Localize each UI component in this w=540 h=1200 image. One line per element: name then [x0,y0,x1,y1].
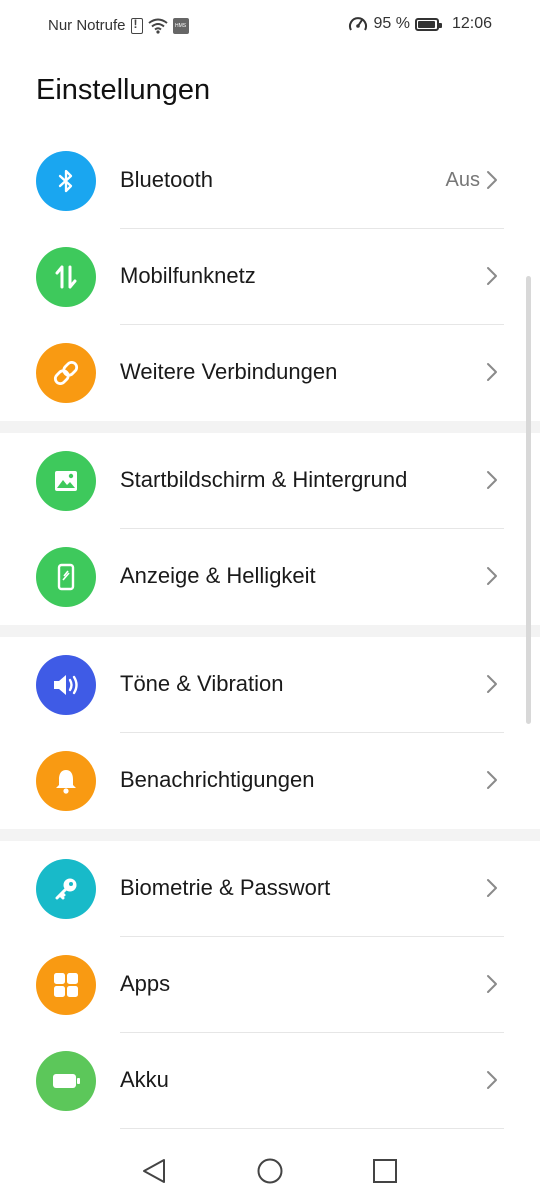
group-separator [0,421,540,433]
bell-icon [36,751,96,811]
settings-item-akku[interactable]: Akku [0,1033,540,1129]
battery-icon [36,1051,96,1111]
display-icon [36,547,96,607]
settings-item-biometrie-and-passwort[interactable]: Biometrie & Passwort [0,841,540,937]
chevron-right-icon [486,770,498,790]
clock: 12:06 [451,15,492,32]
settings-item-label: Mobilfunknetz [120,263,256,288]
settings-item-bluetooth[interactable]: Bluetooth Aus [0,133,540,229]
settings-item-label: Startbildschirm & Hintergrund [120,467,408,492]
settings-item-label: Apps [120,971,171,996]
home-icon[interactable] [255,1156,285,1186]
chevron-right-icon [486,266,498,286]
group-separator [0,625,540,637]
status-bar: Nur Notrufe HMS 95 % 12:06 [0,0,540,52]
hms-icon: HMS [172,17,189,34]
chevron-right-icon [486,878,498,898]
settings-item-label: Akku [120,1067,169,1092]
settings-item-startbildschirm-and-hintergrund[interactable]: Startbildschirm & Hintergrund [0,433,540,529]
settings-item-weitere-verbindungen[interactable]: Weitere Verbindungen [0,325,540,421]
chevron-right-icon [486,674,498,694]
settings-item-apps[interactable]: Apps [0,937,540,1033]
sound-icon [36,655,96,715]
settings-list: Bluetooth Aus Mobilfunknetz Weitere Verbind… [0,133,540,1129]
wallpaper-icon [36,451,96,511]
settings-item-label: Anzeige & Helligkeit [120,563,316,588]
apps-grid-icon [36,955,96,1015]
back-icon[interactable] [140,1156,170,1186]
settings-item-anzeige-and-helligkeit[interactable]: Anzeige & Helligkeit [0,529,540,625]
status-right: 95 % 12:06 [348,15,492,33]
carrier-text: Nur Notrufe [48,17,126,34]
sim-alert-icon [130,17,143,34]
status-left: Nur Notrufe HMS [48,17,189,34]
recents-icon[interactable] [370,1156,400,1186]
divider [120,1128,504,1129]
chevron-right-icon [486,566,498,586]
scrollbar[interactable] [526,276,531,724]
settings-item-label: Töne & Vibration [120,671,284,696]
settings-item-value: Aus [445,169,480,191]
battery-percent: 95 % [373,15,410,32]
chevron-right-icon [486,362,498,382]
settings-item-toene-and-vibration[interactable]: Töne & Vibration [0,637,540,733]
settings-item-label: Biometrie & Passwort [120,875,331,900]
chevron-right-icon [486,470,498,490]
navigation-bar [0,1142,540,1200]
settings-item-benachrichtigungen[interactable]: Benachrichtigungen [0,733,540,829]
battery-icon [414,17,442,31]
chevron-right-icon [486,170,498,190]
settings-item-mobilfunknetz[interactable]: Mobilfunknetz [0,229,540,325]
chevron-right-icon [486,974,498,994]
mobile-data-icon [36,247,96,307]
key-icon [36,859,96,919]
settings-item-label: Benachrichtigungen [120,767,315,792]
chevron-right-icon [486,1070,498,1090]
group-separator [0,829,540,841]
settings-item-label: Bluetooth [120,167,213,192]
settings-item-label: Weitere Verbindungen [120,359,338,384]
page-title: Einstellungen [36,74,211,106]
link-icon [36,343,96,403]
wifi-icon [147,18,168,34]
bluetooth-icon [36,151,96,211]
performance-icon [349,17,368,31]
